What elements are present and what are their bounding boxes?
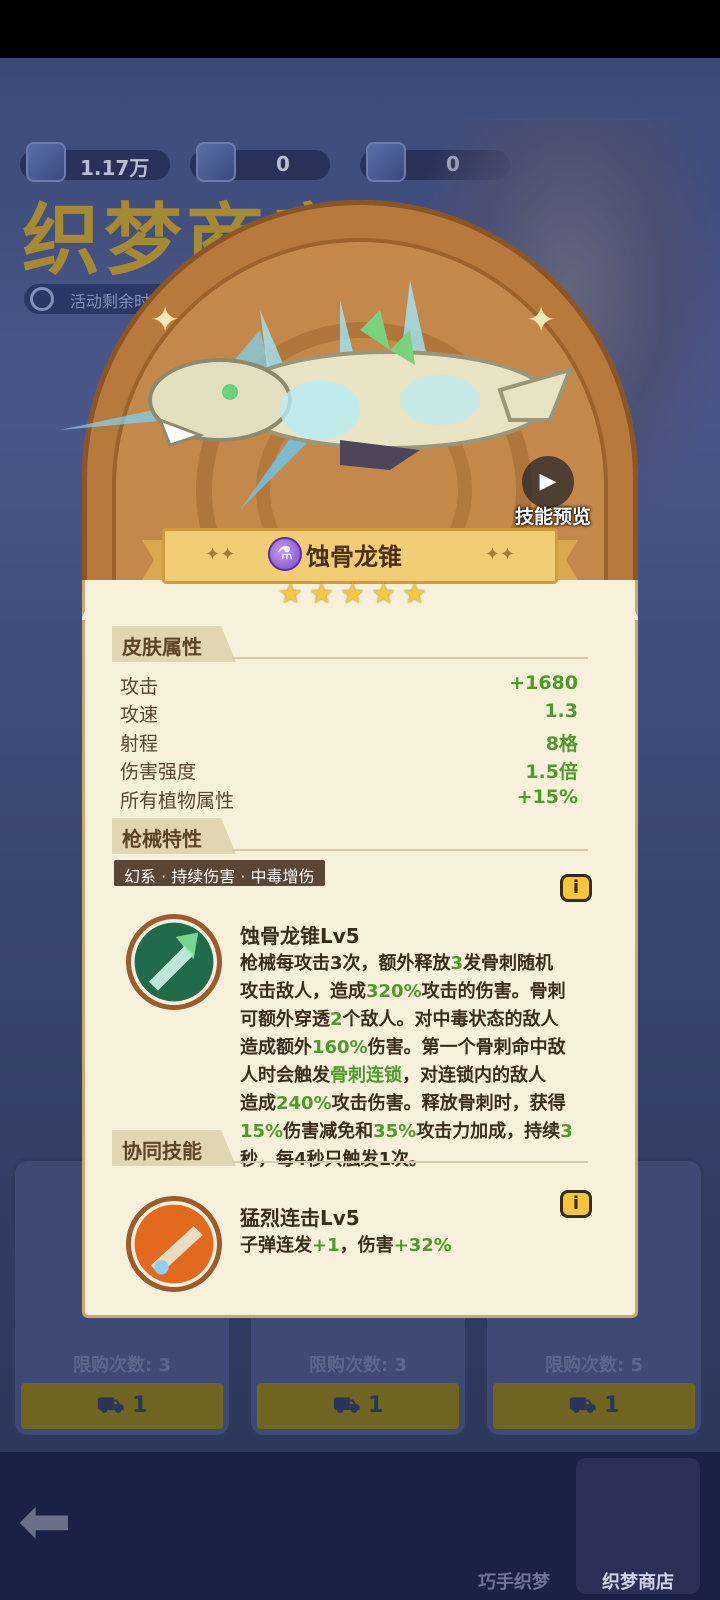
description-text: 伤害减免和	[283, 1121, 374, 1142]
description-line: 子弹连发+1，伤害+32%	[240, 1232, 610, 1260]
highlight-text: 3	[560, 1121, 573, 1142]
highlight-text: 骨刺连锁	[330, 1065, 402, 1086]
description-line: 秒，每4秒只触发1次。	[240, 1146, 610, 1174]
trait-tags: 幻系 · 持续伤害 · 中毒增伤	[114, 860, 325, 886]
info-button[interactable]: i	[560, 1190, 592, 1218]
highlight-text: 35%	[373, 1121, 417, 1142]
description-text: 个敌人。对中毒状态的敌人	[342, 1009, 559, 1030]
stat-value: +1680	[509, 672, 578, 694]
description-line: 造成240%攻击伤害。释放骨刺时，获得	[240, 1090, 610, 1118]
stat-value: +15%	[516, 786, 578, 808]
bone-dragon-skill-icon	[126, 914, 222, 1010]
star-icon: ★	[278, 577, 304, 610]
potion-icon: ⚗	[268, 537, 302, 571]
skin-detail-modal: ✦ ✦ ▶ 技能预览 ✦✦ ✦✦ ⚗ 蚀骨龙锥 ★ ★ ★ ★ ★ 皮肤属性 攻击 +1…	[0, 0, 720, 1600]
item-name: 蚀骨龙锥	[306, 543, 402, 571]
stat-row: 攻击 +1680	[118, 670, 580, 698]
gun-traits-header: 枪械特性	[112, 818, 236, 854]
description-text: 人时会触发	[240, 1065, 330, 1086]
description-text: ，伤害	[339, 1235, 394, 1256]
video-camera-icon: ▶	[539, 469, 557, 494]
skill1-title: 蚀骨龙锥Lv5	[240, 924, 360, 948]
description-text: 攻击伤害。释放骨刺时，获得	[331, 1093, 566, 1114]
description-text: 发骨刺随机	[463, 953, 554, 974]
section-rule	[232, 657, 588, 659]
synergy-skill-header: 协同技能	[112, 1130, 236, 1166]
section-rule	[232, 1161, 588, 1163]
star-icon: ★	[402, 577, 428, 610]
highlight-text: 160%	[312, 1037, 368, 1058]
description-text: ，对连锁内的敌人	[402, 1065, 546, 1086]
stat-row: 伤害强度 1.5倍	[118, 755, 580, 783]
description-text: 造成额外	[240, 1037, 312, 1058]
description-line: 枪械每攻击3次，额外释放3发骨刺随机	[240, 950, 610, 978]
stat-value: 8格	[545, 733, 578, 755]
star-icon: ★	[371, 577, 397, 610]
skin-attributes-header: 皮肤属性	[112, 626, 236, 662]
stat-value: 1.5倍	[525, 761, 578, 783]
description-line: 造成额外160%伤害。第一个骨刺命中敌	[240, 1034, 610, 1062]
description-line: 15%伤害减免和35%攻击力加成，持续3	[240, 1118, 610, 1146]
stat-value: 1.3	[544, 700, 578, 722]
stat-key: 攻击	[120, 676, 159, 698]
skill1-description: 枪械每攻击3次，额外释放3发骨刺随机 攻击敌人，造成320%攻击的伤害。骨刺 可额外…	[240, 950, 610, 1174]
stat-key: 射程	[120, 733, 159, 755]
description-text: 伤害。第一个骨刺命中敌	[367, 1037, 566, 1058]
description-text: 攻击敌人，造成	[240, 981, 366, 1002]
description-text: 攻击力加成，持续	[416, 1121, 561, 1142]
stat-key: 伤害强度	[120, 761, 197, 783]
description-text: 可额外穿透	[240, 1009, 330, 1030]
star-rating: ★ ★ ★ ★ ★	[278, 580, 438, 610]
description-text: 攻击的伤害。骨刺	[421, 981, 566, 1002]
highlight-text: 240%	[276, 1093, 332, 1114]
info-button[interactable]: i	[560, 874, 592, 902]
description-text: 秒，每4秒只触发1次。	[240, 1149, 428, 1170]
highlight-text: +1	[312, 1235, 340, 1256]
highlight-text: 15%	[240, 1121, 284, 1142]
skill2-title: 猛烈连击Lv5	[240, 1206, 360, 1230]
ribbon-deco-right-icon: ✦✦	[484, 544, 515, 565]
star-icon: ★	[340, 577, 366, 610]
stat-row: 所有植物属性 +15%	[118, 784, 580, 812]
description-text: 枪械每攻击3次，额外释放	[240, 953, 451, 974]
description-line: 人时会触发骨刺连锁，对连锁内的敌人	[240, 1062, 610, 1090]
bullet-combo-skill-icon	[126, 1196, 222, 1292]
stat-row: 射程 8格	[118, 727, 580, 755]
skill-preview-label[interactable]: 技能预览	[508, 502, 598, 529]
skill-preview-button[interactable]: ▶	[522, 456, 574, 508]
section-rule	[232, 849, 588, 851]
highlight-text: 3	[450, 953, 464, 974]
stat-row: 攻速 1.3	[118, 698, 580, 726]
description-text: 造成	[240, 1093, 276, 1114]
description-line: 攻击敌人，造成320%攻击的伤害。骨刺	[240, 978, 610, 1006]
highlight-text: 2	[330, 1009, 343, 1030]
ribbon-deco-left-icon: ✦✦	[205, 544, 236, 565]
skill2-description: 子弹连发+1，伤害+32%	[240, 1232, 610, 1260]
stat-key: 所有植物属性	[120, 790, 235, 812]
weapon-artwork	[60, 280, 574, 510]
info-icon: i	[572, 877, 580, 898]
highlight-text: +32%	[393, 1235, 452, 1256]
highlight-text: 320%	[366, 981, 422, 1002]
description-line: 可额外穿透2个敌人。对中毒状态的敌人	[240, 1006, 610, 1034]
description-text: 子弹连发	[240, 1235, 312, 1256]
stat-key: 攻速	[120, 704, 159, 726]
info-icon: i	[572, 1193, 580, 1214]
star-icon: ★	[309, 577, 335, 610]
